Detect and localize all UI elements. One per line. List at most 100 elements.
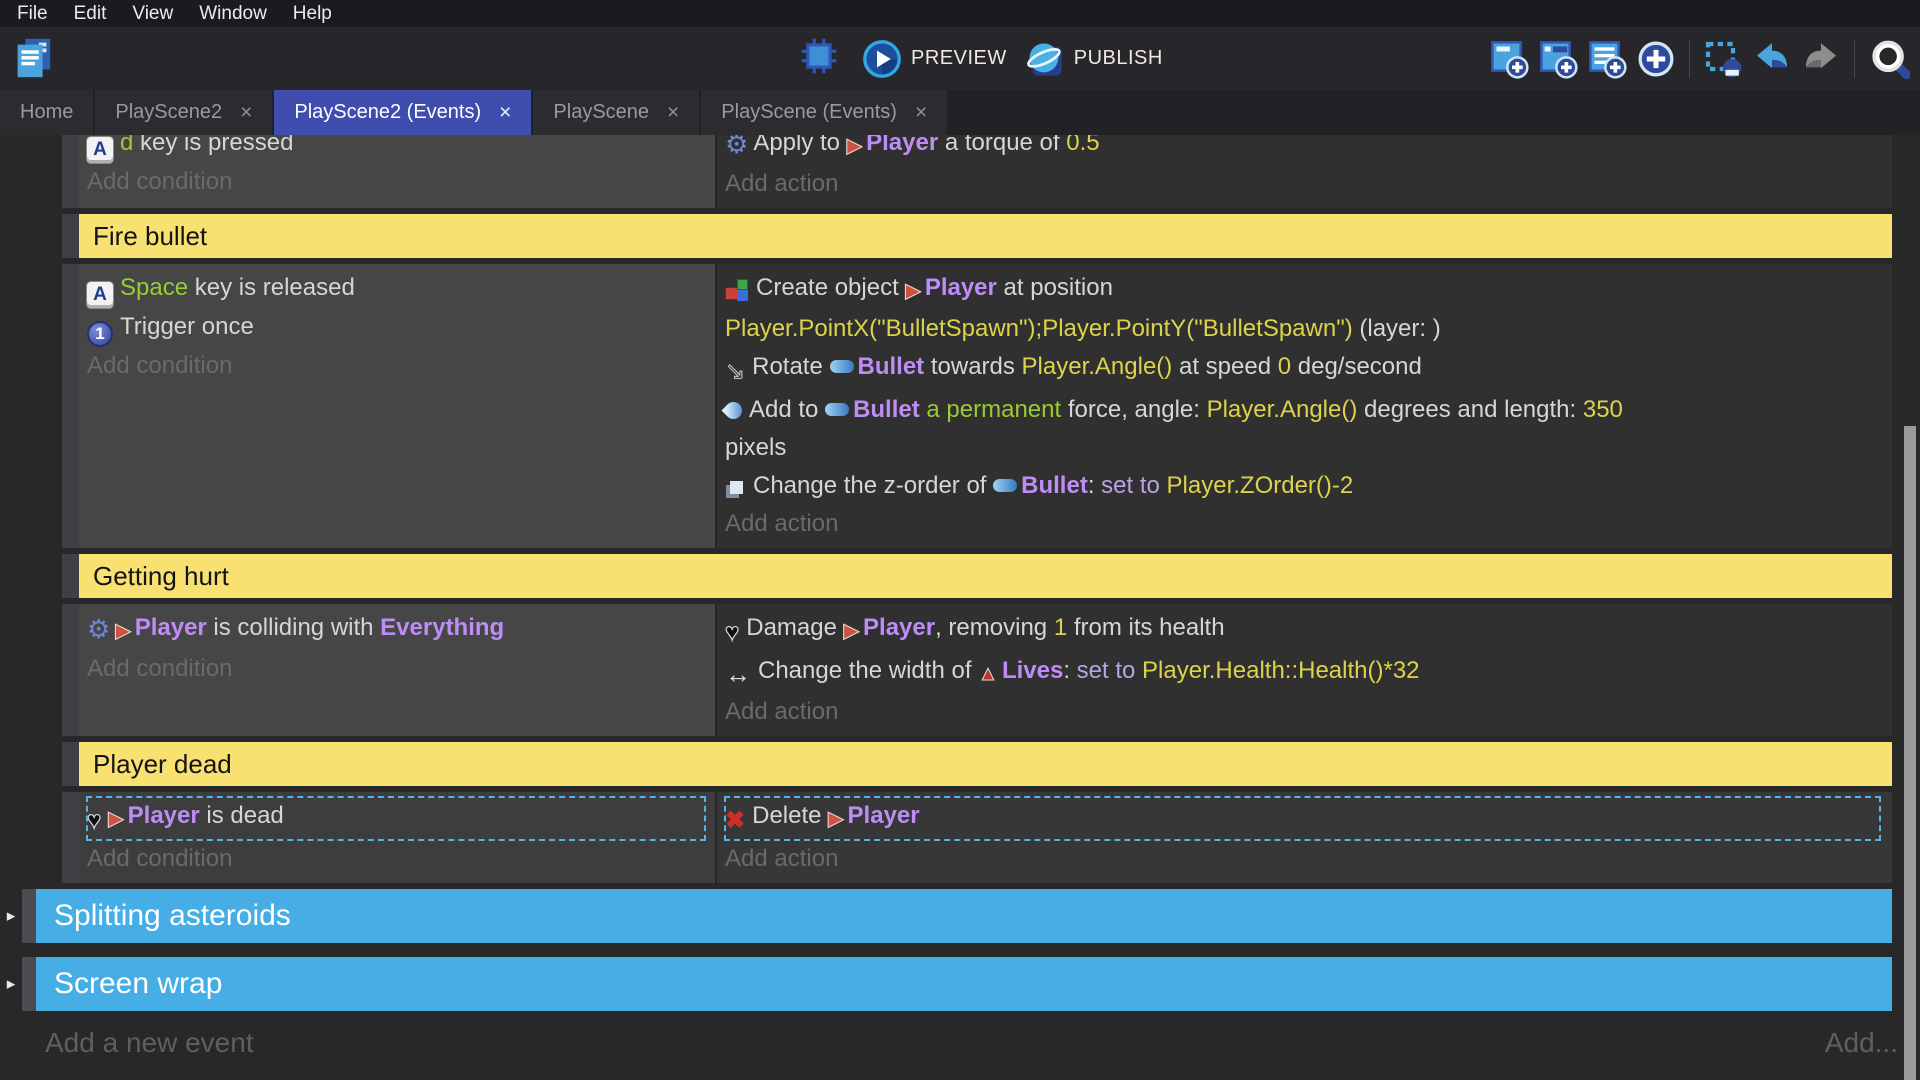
comment-bar[interactable]: Player dead — [79, 742, 1892, 786]
comment-bar[interactable]: Fire bullet — [79, 214, 1892, 258]
menu-item-help[interactable]: Help — [280, 3, 345, 25]
text-segment: d — [120, 135, 133, 156]
close-tab-icon[interactable]: × — [240, 102, 252, 123]
comment-bar[interactable]: Getting hurt — [79, 554, 1892, 598]
trigger-icon: 1 — [87, 321, 113, 347]
add-more-button[interactable]: Add... — [1825, 1027, 1898, 1059]
text-segment: at speed — [1172, 353, 1277, 380]
tab-playscene2[interactable]: PlayScene2× — [95, 90, 272, 135]
add-comment-button[interactable] — [1587, 39, 1627, 79]
debug-icon[interactable] — [800, 37, 838, 80]
close-tab-icon[interactable]: × — [667, 102, 679, 123]
undo-button[interactable] — [1752, 39, 1792, 79]
add-condition-button[interactable]: Add condition — [87, 840, 705, 878]
add-action-button[interactable]: Add action — [725, 840, 1880, 878]
redo-icon — [1801, 39, 1841, 79]
add-action-button[interactable]: Add action — [725, 165, 1880, 203]
close-tab-icon[interactable]: × — [915, 102, 927, 123]
menu-item-file[interactable]: File — [4, 3, 61, 25]
add-action-button[interactable]: Add action — [725, 505, 1880, 543]
event-handle[interactable] — [62, 554, 79, 598]
menu-item-view[interactable]: View — [119, 3, 186, 25]
action[interactable]: ✖Delete ▶Player — [725, 797, 1880, 840]
group-bar[interactable]: Splitting asteroids — [36, 889, 1892, 943]
close-tab-icon[interactable]: × — [499, 102, 511, 123]
menu-item-edit[interactable]: Edit — [61, 3, 120, 25]
bullet-icon — [830, 360, 854, 373]
event-handle[interactable] — [62, 792, 79, 883]
group-title: Splitting asteroids — [54, 899, 291, 933]
action[interactable]: Create object ▶Player at positionPlayer.… — [725, 269, 1880, 348]
tab-playscene2-events[interactable]: PlayScene2 (Events)× — [274, 90, 531, 135]
add-condition-button[interactable]: Add condition — [87, 163, 705, 201]
text-segment: Player — [863, 614, 935, 641]
project-manager-button[interactable] — [10, 35, 56, 81]
condition[interactable]: ♥▶Player is dead — [87, 797, 705, 840]
actions-cell: ⚙Apply to ▶Player a torque of 0.5Add act… — [717, 135, 1892, 208]
preview-button[interactable]: PREVIEW — [862, 39, 1007, 79]
bullet-icon — [993, 479, 1017, 492]
action[interactable]: ⚙Apply to ▶Player a torque of 0.5 — [725, 135, 1880, 165]
menu-item-window[interactable]: Window — [186, 3, 280, 25]
text-segment: Delete — [752, 802, 828, 829]
text-segment: towards — [924, 353, 1021, 380]
text-segment: Lives — [1002, 657, 1063, 684]
physics-icon: ⚙ — [725, 135, 748, 157]
player-icon: ▶ — [847, 135, 862, 165]
text-segment: Bullet — [858, 353, 925, 380]
event-body: Ad key is pressedAdd condition ⚙Apply to … — [79, 135, 1892, 208]
player-icon: ▶ — [115, 612, 130, 650]
event-handle[interactable] — [62, 742, 79, 786]
tab-home[interactable]: Home — [0, 90, 93, 135]
add-more-events-button[interactable] — [1636, 39, 1676, 79]
action[interactable]: Change the z-order of Bullet: set to Pla… — [725, 467, 1880, 505]
text-segment: deg/second — [1291, 353, 1422, 380]
event-handle[interactable] — [62, 604, 79, 736]
tab-playscene[interactable]: PlayScene× — [533, 90, 699, 135]
text-segment: Apply to — [753, 135, 846, 156]
tab-playscene-events[interactable]: PlayScene (Events)× — [701, 90, 947, 135]
text-segment: Change the z-order of — [753, 472, 993, 499]
width-icon: ↔ — [725, 655, 751, 693]
add-condition-button[interactable]: Add condition — [87, 347, 705, 385]
condition[interactable]: ⚙▶Player is colliding with Everything — [87, 609, 705, 650]
text-segment: : — [1063, 657, 1076, 684]
action[interactable]: ↔Change the width of ▲Lives: set to Play… — [725, 652, 1880, 693]
add-circle-icon — [1636, 39, 1676, 79]
expand-group-icon[interactable]: ▸ — [0, 889, 22, 943]
add-condition-button[interactable]: Add condition — [87, 650, 705, 688]
event-handle[interactable] — [62, 264, 79, 548]
text-segment: (layer: ) — [1353, 315, 1441, 342]
remove-selection-button[interactable] — [1703, 39, 1743, 79]
lives-icon: ▲ — [978, 655, 998, 693]
add-new-event-button[interactable]: Add a new event — [45, 1027, 254, 1059]
text-segment: 0 — [1278, 353, 1291, 380]
search-button[interactable] — [1868, 38, 1910, 80]
add-action-button[interactable]: Add action — [725, 693, 1880, 731]
actions-cell: Create object ▶Player at positionPlayer.… — [717, 264, 1892, 548]
expand-group-icon[interactable]: ▸ — [0, 957, 22, 1011]
action[interactable]: ♥Damage ▶Player, removing 1 from its hea… — [725, 609, 1880, 652]
action[interactable]: ↘Rotate Bullet towards Player.Angle() at… — [725, 348, 1880, 391]
comment-row: Fire bullet — [62, 214, 1892, 258]
action[interactable]: Add to Bullet a permanent force, angle: … — [725, 391, 1880, 467]
group-row-splitting-asteroids: ▸ Splitting asteroids — [0, 889, 1892, 943]
condition[interactable]: Ad key is pressed — [87, 135, 705, 163]
text-segment: Space — [120, 274, 188, 301]
event-handle[interactable] — [62, 135, 79, 208]
condition[interactable]: 1Trigger once — [87, 308, 705, 347]
event-row: ⚙▶Player is colliding with EverythingAdd… — [62, 604, 1892, 736]
text-segment: Player.Angle() — [1207, 396, 1358, 423]
redo-button[interactable] — [1801, 39, 1841, 79]
scrollbar-thumb[interactable] — [1904, 426, 1916, 1080]
add-subevent-button[interactable] — [1538, 39, 1578, 79]
group-bar[interactable]: Screen wrap — [36, 957, 1892, 1011]
player-icon: ▶ — [844, 612, 859, 650]
group-handle[interactable] — [22, 889, 36, 943]
group-handle[interactable] — [22, 957, 36, 1011]
add-event-button[interactable] — [1489, 39, 1529, 79]
undo-icon — [1752, 39, 1792, 79]
publish-button[interactable]: PUBLISH — [1025, 39, 1163, 79]
condition[interactable]: ASpace key is released — [87, 269, 705, 308]
event-handle[interactable] — [62, 214, 79, 258]
